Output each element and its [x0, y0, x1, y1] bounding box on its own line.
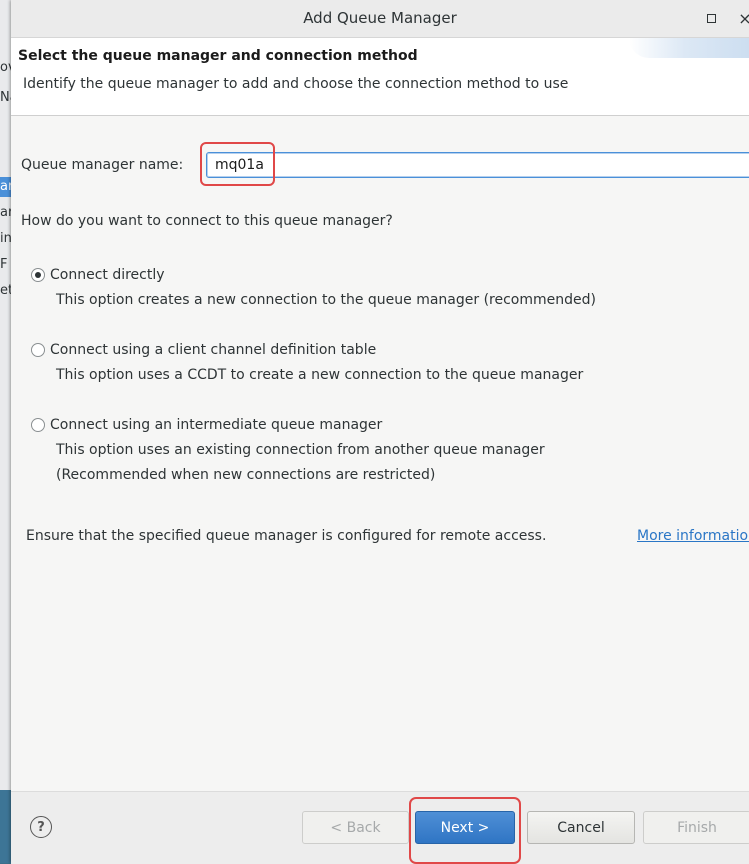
header-banner-graphic [629, 38, 749, 58]
background-text: Na [0, 90, 11, 105]
remote-access-note: Ensure that the specified queue manager … [26, 528, 547, 544]
wizard-content: Queue manager name: How do you want to c… [11, 116, 749, 791]
option-label: Connect using an intermediate queue mana… [50, 417, 383, 433]
option-label: Connect directly [50, 267, 165, 283]
radio-connect-ccdt[interactable]: Connect using a client channel definitio… [31, 342, 376, 358]
maximize-button[interactable] [701, 8, 721, 28]
radio-connect-intermediate[interactable]: Connect using an intermediate queue mana… [31, 417, 382, 433]
option-description: (Recommended when new connections are re… [56, 467, 436, 483]
wizard-header: Select the queue manager and connection … [11, 38, 749, 116]
option-description: This option uses an existing connection … [56, 442, 545, 458]
queue-manager-name-label: Queue manager name: [21, 157, 184, 173]
background-text: F [0, 257, 8, 272]
radio-button[interactable] [31, 418, 45, 432]
queue-manager-name-input[interactable] [206, 152, 749, 178]
window-title: Add Queue Manager [303, 9, 457, 27]
button-bar: ? < Back Next > Cancel Finish [11, 791, 749, 864]
finish-button[interactable]: Finish [643, 811, 749, 844]
close-button[interactable]: × [735, 8, 749, 28]
background-window: ov Na ar ar in F et [0, 0, 11, 863]
title-bar: Add Queue Manager × [11, 0, 749, 38]
add-queue-manager-dialog: Add Queue Manager × Select the queue man… [11, 0, 749, 864]
connection-question: How do you want to connect to this queue… [21, 213, 393, 229]
back-button[interactable]: < Back [302, 811, 409, 844]
background-text: ar [0, 205, 11, 220]
next-button[interactable]: Next > [415, 811, 515, 844]
option-description: This option uses a CCDT to create a new … [56, 367, 584, 383]
background-text: ov [0, 60, 11, 75]
option-label: Connect using a client channel definitio… [50, 342, 377, 358]
more-information-link[interactable]: More information [637, 528, 749, 544]
radio-connect-directly[interactable]: Connect directly [31, 267, 165, 283]
wizard-page-description: Identify the queue manager to add and ch… [23, 76, 569, 92]
background-text: in [0, 231, 11, 246]
background-selected-item: ar [0, 177, 11, 197]
maximize-icon [706, 13, 716, 23]
radio-button[interactable] [31, 343, 45, 357]
option-description: This option creates a new connection to … [56, 292, 596, 308]
cancel-button[interactable]: Cancel [527, 811, 635, 844]
radio-button-selected[interactable] [31, 268, 45, 282]
desktop-background [0, 790, 11, 863]
help-icon[interactable]: ? [30, 816, 52, 838]
background-text: et [0, 283, 11, 298]
wizard-page-title: Select the queue manager and connection … [18, 48, 418, 64]
close-icon: × [738, 8, 749, 28]
